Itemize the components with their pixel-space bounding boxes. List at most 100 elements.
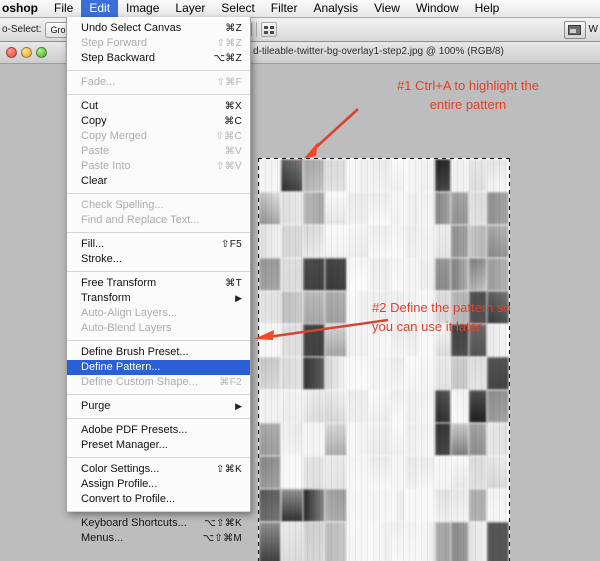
menu-item-assign-profile[interactable]: Assign Profile... xyxy=(67,477,250,492)
menubar-item-image[interactable]: Image xyxy=(118,0,167,17)
submenu-arrow-icon: ▶ xyxy=(235,401,242,411)
menubar-item-analysis[interactable]: Analysis xyxy=(305,0,366,17)
menu-item-copy[interactable]: Copy ⌘C xyxy=(67,114,250,129)
menu-item-shortcut: ⌥⌘Z xyxy=(213,53,242,64)
menu-item-menus[interactable]: Menus... ⌥⇧⌘M xyxy=(67,531,250,546)
menu-item-label: Purge xyxy=(81,400,111,412)
menubar-item-edit[interactable]: Edit xyxy=(81,0,119,17)
menu-item-transform[interactable]: Transform ▶ xyxy=(67,291,250,306)
menubar-item-layer[interactable]: Layer xyxy=(167,0,213,17)
menu-separator xyxy=(67,94,250,95)
annotation-step-2: #2 Define the pattern so you can use it … xyxy=(372,300,511,334)
menu-separator xyxy=(67,511,250,512)
menu-separator xyxy=(67,271,250,272)
auto-select-label: o-Select: xyxy=(2,24,42,35)
menu-item-label: Adobe PDF Presets... xyxy=(81,424,188,436)
menu-item-free-transform[interactable]: Free Transform ⌘T xyxy=(67,276,250,291)
menu-item-cut[interactable]: Cut ⌘X xyxy=(67,99,250,114)
menu-separator xyxy=(67,193,250,194)
menu-item-label: Convert to Profile... xyxy=(81,493,176,505)
menu-item-label: Paste Into xyxy=(81,160,131,172)
menu-item-step-backward[interactable]: Step Backward ⌥⌘Z xyxy=(67,51,250,66)
menubar-item-view[interactable]: View xyxy=(366,0,408,17)
zoom-button-icon[interactable] xyxy=(36,47,47,58)
menu-item-shortcut: ⇧⌘K xyxy=(216,464,242,475)
menu-item-shortcut: ⇧⌘Z xyxy=(216,38,242,49)
menu-item-label: Auto-Blend Layers xyxy=(81,322,172,334)
menu-item-shortcut: ⇧⌘V xyxy=(216,161,242,172)
menubar-item-file[interactable]: File xyxy=(46,0,81,17)
menu-item-label: Step Forward xyxy=(81,37,148,49)
menu-item-paste-into: Paste Into ⇧⌘V xyxy=(67,159,250,174)
window-traffic-lights xyxy=(0,47,47,58)
menu-item-label: Menus... xyxy=(81,532,124,544)
menu-item-clear[interactable]: Clear xyxy=(67,174,250,189)
menu-item-define-brush-preset[interactable]: Define Brush Preset... xyxy=(67,345,250,360)
menu-item-adobe-pdf-presets[interactable]: Adobe PDF Presets... xyxy=(67,423,250,438)
close-button-icon[interactable] xyxy=(6,47,17,58)
menu-item-purge[interactable]: Purge ▶ xyxy=(67,399,250,414)
menu-separator xyxy=(67,394,250,395)
photoshop-screenshot: oshop File Edit Image Layer Select Filte… xyxy=(0,0,600,561)
screen-mode-icon[interactable] xyxy=(563,20,586,39)
menu-item-shortcut: ⌘F2 xyxy=(219,377,242,388)
menu-item-label: Fill... xyxy=(81,238,105,250)
arrow-to-canvas-corner xyxy=(300,108,359,163)
menu-item-label: Fade... xyxy=(81,76,116,88)
menubar-app-name[interactable]: oshop xyxy=(0,0,46,17)
menu-item-stroke[interactable]: Stroke... xyxy=(67,252,250,267)
menubar-item-help[interactable]: Help xyxy=(467,0,508,17)
menu-item-auto-align-layers: Auto-Align Layers... xyxy=(67,306,250,321)
annotation-step-1: #1 Ctrl+A to highlight the entire patter… xyxy=(396,78,539,112)
menu-item-label: Free Transform xyxy=(81,277,157,289)
menubar-item-window[interactable]: Window xyxy=(408,0,467,17)
menu-item-copy-merged: Copy Merged ⇧⌘C xyxy=(67,129,250,144)
distribute-spacing-icon[interactable] xyxy=(261,22,278,37)
menu-item-label: Define Custom Shape... xyxy=(81,376,198,388)
menu-item-step-forward: Step Forward ⇧⌘Z xyxy=(67,36,250,51)
minimize-button-icon[interactable] xyxy=(21,47,32,58)
menu-item-label: Clear xyxy=(81,175,108,187)
menu-item-define-custom-shape: Define Custom Shape... ⌘F2 xyxy=(67,375,250,390)
edit-menu-dropdown[interactable]: Undo Select Canvas ⌘Z Step Forward ⇧⌘Z Step … xyxy=(66,17,251,544)
menu-item-auto-blend-layers: Auto-Blend Layers xyxy=(67,321,250,336)
menu-item-label: Transform xyxy=(81,292,131,304)
menubar-item-filter[interactable]: Filter xyxy=(263,0,306,17)
menu-item-preset-manager[interactable]: Preset Manager... xyxy=(67,438,250,453)
menu-item-convert-to-profile[interactable]: Convert to Profile... xyxy=(67,492,250,507)
menubar-item-select[interactable]: Select xyxy=(213,0,262,17)
menu-separator xyxy=(67,418,250,419)
workspace-label[interactable]: W xyxy=(589,24,598,35)
menu-item-shortcut: ⇧⌘C xyxy=(215,131,242,142)
menu-item-shortcut: ⇧⌘F xyxy=(216,77,242,88)
menu-item-fade: Fade... ⇧⌘F xyxy=(67,75,250,90)
menu-item-undo-select-canvas[interactable]: Undo Select Canvas ⌘Z xyxy=(67,21,250,36)
menu-item-shortcut: ⌘C xyxy=(224,116,242,127)
menu-item-label: Step Backward xyxy=(81,52,155,64)
document-title: d-tileable-twitter-bg-overlay1-step2.jpg… xyxy=(253,46,504,57)
menu-item-label: Assign Profile... xyxy=(81,478,158,490)
menu-item-check-spelling: Check Spelling... xyxy=(67,198,250,213)
submenu-arrow-icon: ▶ xyxy=(235,293,242,303)
menu-item-label: Copy xyxy=(81,115,107,127)
menu-item-label: Find and Replace Text... xyxy=(81,214,200,226)
menu-item-label: Cut xyxy=(81,100,99,112)
menu-separator xyxy=(67,457,250,458)
menu-item-shortcut: ⌥⇧⌘M xyxy=(202,533,242,544)
menu-item-shortcut: ⌘T xyxy=(225,278,242,289)
menu-item-fill[interactable]: Fill... ⇧F5 xyxy=(67,237,250,252)
menu-separator xyxy=(67,232,250,233)
options-bar-right: W xyxy=(563,20,600,39)
menu-item-shortcut: ⌘X xyxy=(224,101,242,112)
menu-item-color-settings[interactable]: Color Settings... ⇧⌘K xyxy=(67,462,250,477)
menu-item-define-pattern[interactable]: Define Pattern... xyxy=(67,360,250,375)
menu-item-label: Copy Merged xyxy=(81,130,148,142)
distribute-spacing-group xyxy=(256,22,281,37)
menu-separator xyxy=(67,70,250,71)
menu-item-label: Auto-Align Layers... xyxy=(81,307,177,319)
menu-item-label: Keyboard Shortcuts... xyxy=(81,517,187,529)
image-canvas[interactable] xyxy=(258,158,510,561)
menu-bar: oshop File Edit Image Layer Select Filte… xyxy=(0,0,600,18)
menu-item-label: Check Spelling... xyxy=(81,199,164,211)
menu-item-keyboard-shortcuts[interactable]: Keyboard Shortcuts... ⌥⇧⌘K xyxy=(67,516,250,531)
